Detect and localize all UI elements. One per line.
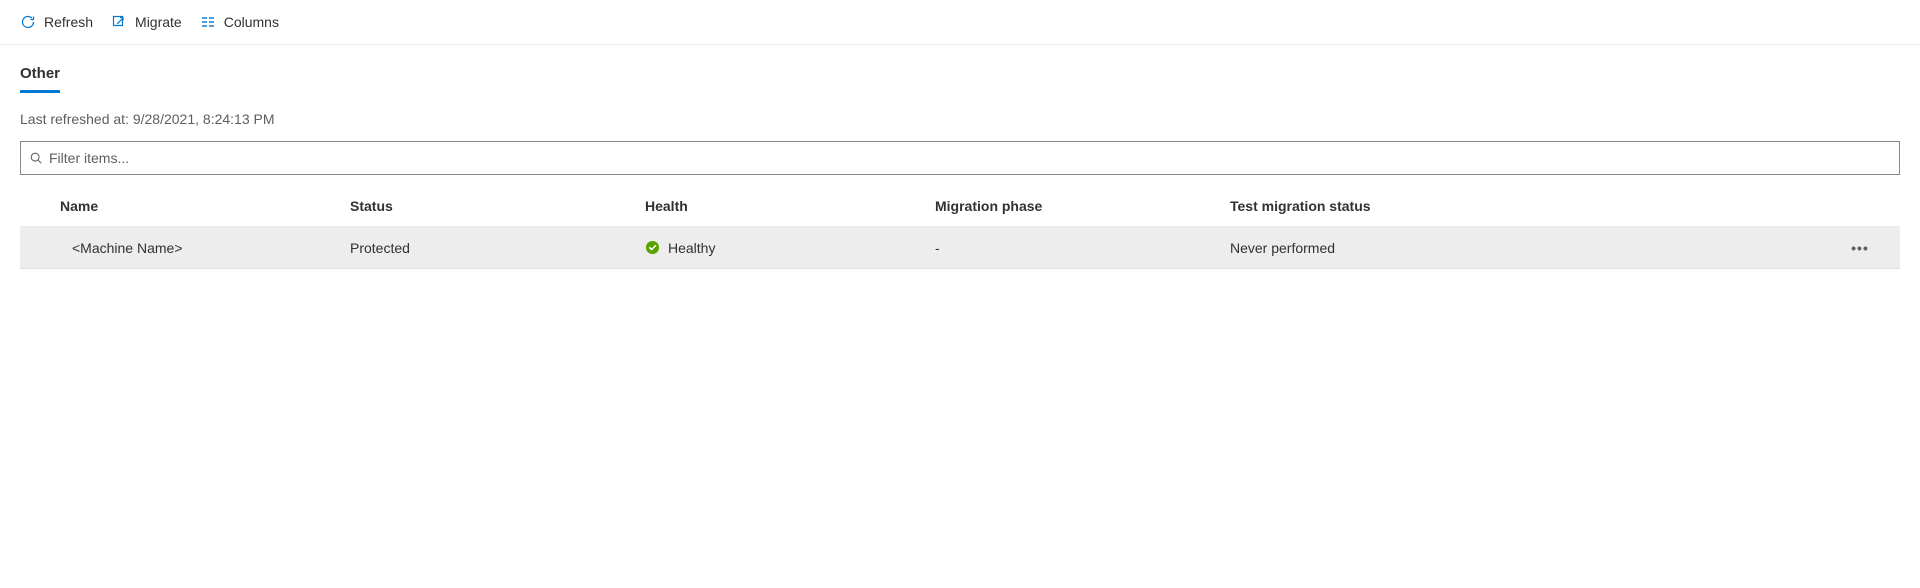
last-refreshed-prefix: Last refreshed at: [20, 111, 133, 127]
tab-other[interactable]: Other [20, 65, 60, 93]
header-test-migration-status[interactable]: Test migration status [1230, 198, 1840, 214]
columns-label: Columns [224, 14, 279, 30]
migrate-icon [111, 14, 127, 30]
header-status[interactable]: Status [350, 198, 645, 214]
cell-migration-phase: - [935, 240, 1230, 256]
filter-container [20, 141, 1900, 175]
filter-box[interactable] [20, 141, 1900, 175]
header-name[interactable]: Name [60, 198, 350, 214]
last-refreshed-value: 9/28/2021, 8:24:13 PM [133, 111, 275, 127]
migrate-label: Migrate [135, 14, 182, 30]
cell-health: Healthy [645, 240, 935, 256]
columns-button[interactable]: Columns [200, 14, 279, 30]
cell-name: <Machine Name> [60, 240, 350, 256]
search-icon [29, 151, 43, 165]
machines-table: Name Status Health Migration phase Test … [20, 185, 1900, 269]
table-header-row: Name Status Health Migration phase Test … [20, 185, 1900, 227]
toolbar: Refresh Migrate Columns [0, 0, 1920, 45]
health-ok-icon [645, 240, 660, 255]
content-area: Other Last refreshed at: 9/28/2021, 8:24… [0, 45, 1920, 289]
cell-test-migration-status: Never performed [1230, 240, 1840, 256]
columns-icon [200, 14, 216, 30]
row-actions-button[interactable]: ••• [1840, 240, 1880, 256]
migrate-button[interactable]: Migrate [111, 14, 182, 30]
refresh-button[interactable]: Refresh [20, 14, 93, 30]
cell-status: Protected [350, 240, 645, 256]
cell-health-text: Healthy [668, 240, 715, 256]
last-refreshed-text: Last refreshed at: 9/28/2021, 8:24:13 PM [20, 111, 1900, 127]
refresh-label: Refresh [44, 14, 93, 30]
tab-strip: Other [20, 65, 1900, 93]
filter-input[interactable] [49, 150, 1891, 166]
header-migration-phase[interactable]: Migration phase [935, 198, 1230, 214]
table-row[interactable]: <Machine Name> Protected Healthy - Never… [20, 227, 1900, 269]
header-health[interactable]: Health [645, 198, 935, 214]
refresh-icon [20, 14, 36, 30]
